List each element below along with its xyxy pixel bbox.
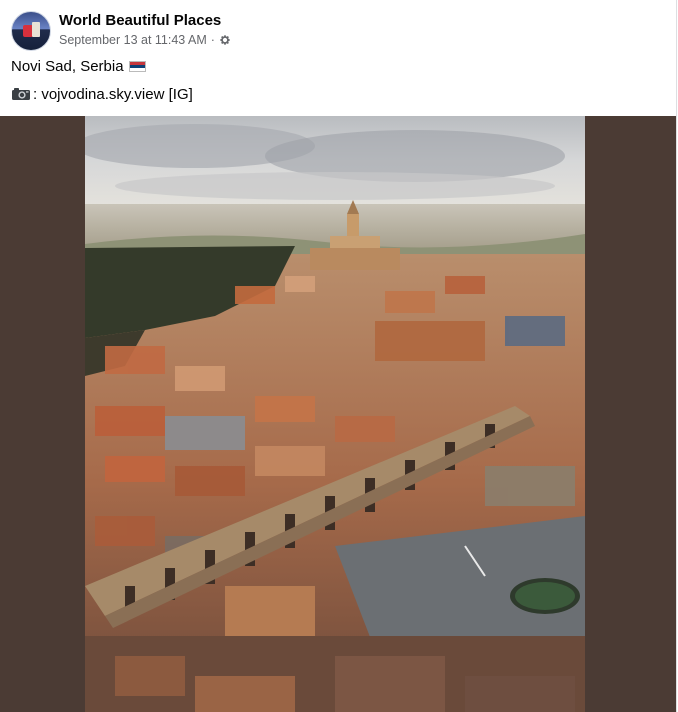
post-location-text: Novi Sad, Serbia <box>11 58 146 75</box>
post-timestamp[interactable]: September 13 at 11:43 AM <box>59 33 207 47</box>
page-avatar[interactable] <box>11 11 51 51</box>
gear-icon[interactable] <box>219 34 231 46</box>
photo-credit: : vojvodina.sky.view [IG] <box>11 86 193 103</box>
meta-separator: · <box>210 33 215 47</box>
post-card: World Beautiful Places September 13 at 1… <box>0 0 677 712</box>
camera-icon <box>12 87 30 100</box>
post-header: World Beautiful Places September 13 at 1… <box>11 11 651 51</box>
post-meta: September 13 at 11:43 AM · <box>59 33 231 47</box>
city-aerial-image <box>85 116 585 712</box>
credit-text: : vojvodina.sky.view [IG] <box>33 86 193 103</box>
page-name-link[interactable]: World Beautiful Places <box>59 12 221 29</box>
serbia-flag-icon <box>128 60 146 72</box>
photo-backdrop <box>0 116 676 712</box>
post-photo[interactable] <box>85 116 585 712</box>
location-label: Novi Sad, Serbia <box>11 58 124 75</box>
